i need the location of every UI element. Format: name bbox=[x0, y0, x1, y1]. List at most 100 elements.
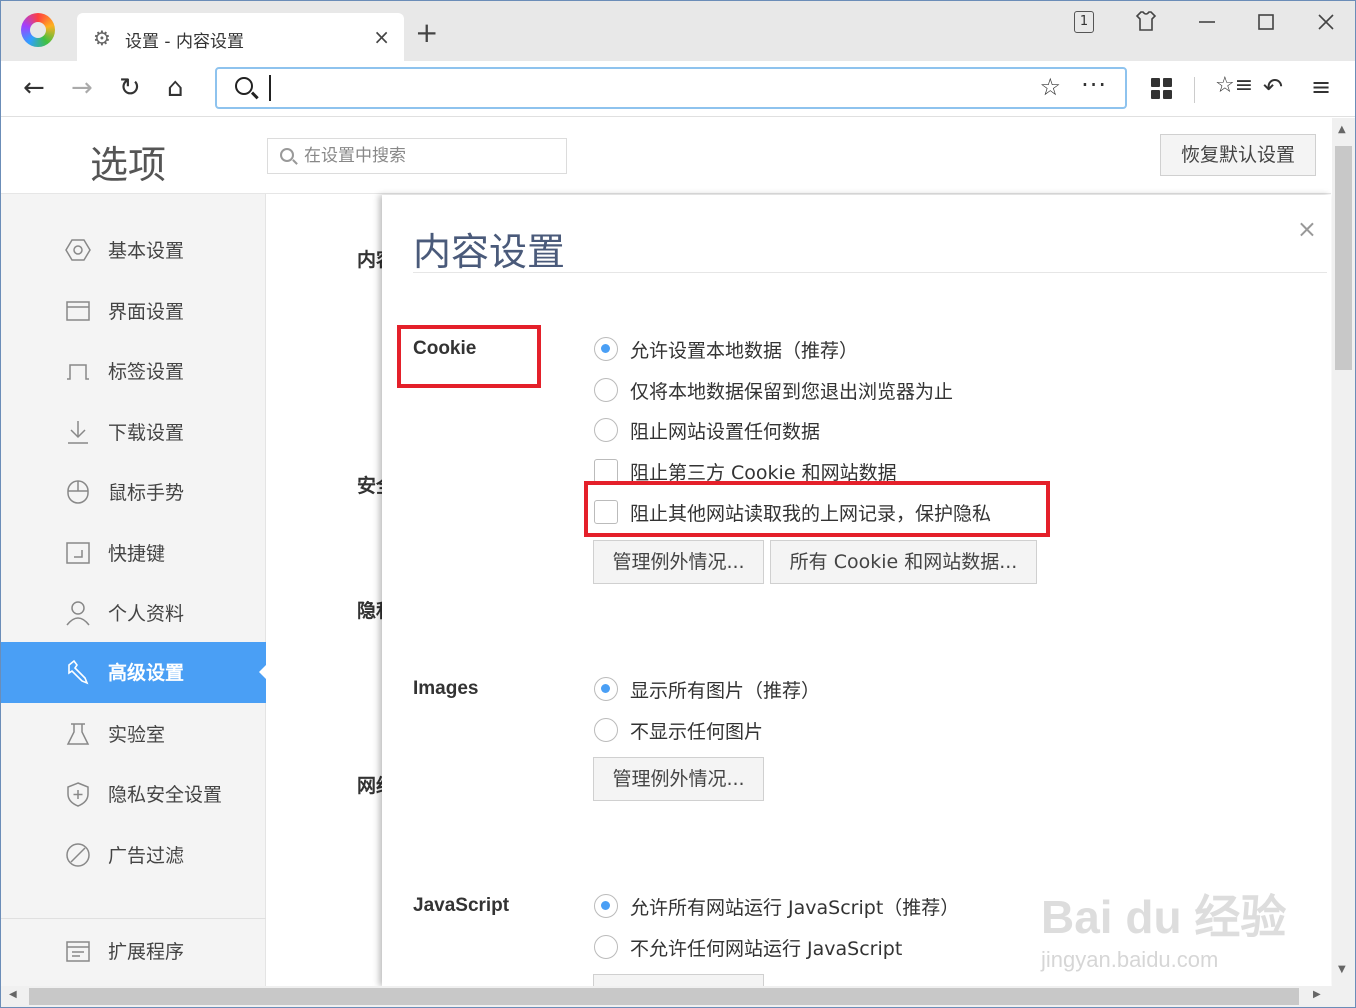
page-title: 选项 bbox=[90, 143, 167, 187]
browser-logo-icon[interactable] bbox=[21, 13, 55, 47]
search-icon bbox=[235, 77, 253, 95]
hexagon-icon bbox=[65, 239, 91, 261]
more-icon[interactable]: ··· bbox=[1081, 71, 1107, 99]
forward-button[interactable]: → bbox=[71, 73, 93, 103]
undo-icon[interactable]: ↶ bbox=[1263, 73, 1283, 101]
option-label: 仅将本地数据保留到您退出浏览器为止 bbox=[630, 381, 954, 403]
text-caret bbox=[269, 75, 271, 101]
close-window-button[interactable] bbox=[1317, 13, 1335, 36]
watermark-logo: Bai du 经验 bbox=[1041, 891, 1287, 943]
dialog-divider bbox=[413, 272, 1327, 273]
sidebar-item-basic[interactable]: 基本设置 bbox=[1, 220, 266, 280]
sidebar-item-mouse-gesture[interactable]: 鼠标手势 bbox=[1, 462, 266, 522]
sidebar-item-label: 标签设置 bbox=[108, 361, 185, 383]
sidebar-item-shortcuts[interactable]: 快捷键 bbox=[1, 523, 266, 583]
toolbar-separator bbox=[1194, 77, 1195, 103]
tab-title: 设置 - 内容设置 bbox=[125, 32, 244, 52]
checkbox[interactable] bbox=[594, 459, 618, 483]
bookmark-star-icon[interactable]: ☆ bbox=[1039, 73, 1061, 101]
shortcut-icon bbox=[66, 542, 90, 564]
address-bar[interactable]: ☆ ··· bbox=[215, 67, 1127, 109]
vertical-scrollbar[interactable]: ▲ ▼ bbox=[1332, 118, 1355, 986]
tab-close-icon[interactable]: × bbox=[373, 25, 390, 49]
content-settings-dialog: 内容设置 × Cookie 允许设置本地数据（推荐） 仅将本地数据保留到您退出浏… bbox=[382, 195, 1331, 986]
javascript-manage-exceptions-button[interactable] bbox=[593, 974, 764, 986]
skin-icon[interactable] bbox=[1134, 9, 1158, 38]
scroll-down-icon[interactable]: ▼ bbox=[1338, 964, 1346, 975]
sidebar-item-advanced[interactable]: 高级设置 bbox=[1, 642, 267, 703]
apps-grid-icon[interactable] bbox=[1151, 78, 1173, 100]
horizontal-scrollbar[interactable]: ◀ ▶ bbox=[1, 986, 1355, 1007]
scrollbar-thumb[interactable] bbox=[1335, 146, 1352, 370]
tab-settings[interactable]: ⚙ 设置 - 内容设置 × bbox=[77, 13, 404, 61]
sidebar-item-label: 快捷键 bbox=[108, 543, 166, 565]
dialog-close-icon[interactable]: × bbox=[1297, 215, 1317, 243]
gear-icon: ⚙ bbox=[93, 26, 111, 50]
sidebar-item-profile[interactable]: 个人资料 bbox=[1, 583, 266, 643]
sidebar-item-interface[interactable]: 界面设置 bbox=[1, 281, 266, 341]
scroll-right-icon[interactable]: ▶ bbox=[1313, 989, 1321, 1000]
sidebar-item-label: 实验室 bbox=[108, 724, 166, 746]
sidebar-item-label: 个人资料 bbox=[108, 603, 185, 625]
option-label: 阻止网站设置任何数据 bbox=[630, 421, 821, 443]
back-button[interactable]: ← bbox=[23, 73, 45, 103]
search-icon bbox=[280, 148, 294, 162]
sidebar-item-tabs[interactable]: 标签设置 bbox=[1, 341, 266, 401]
sidebar-item-privacy[interactable]: 隐私安全设置 bbox=[1, 764, 266, 824]
window-icon bbox=[66, 301, 90, 321]
radio-button[interactable] bbox=[594, 677, 618, 701]
scrollbar-thumb[interactable] bbox=[29, 988, 1299, 1005]
scroll-up-icon[interactable]: ▲ bbox=[1338, 124, 1346, 135]
radio-button[interactable] bbox=[594, 894, 618, 918]
images-label: Images bbox=[413, 678, 479, 699]
favorites-icon[interactable]: ☆≡ bbox=[1215, 73, 1253, 98]
radio-button[interactable] bbox=[594, 718, 618, 742]
minimize-button[interactable] bbox=[1197, 9, 1217, 38]
home-button[interactable]: ⌂ bbox=[167, 73, 184, 103]
tab-count-badge[interactable]: 1 bbox=[1074, 11, 1094, 33]
new-tab-button[interactable]: + bbox=[415, 19, 438, 47]
sidebar-item-adblock[interactable]: 广告过滤 bbox=[1, 825, 266, 885]
sidebar-item-download[interactable]: 下载设置 bbox=[1, 402, 266, 462]
maximize-button[interactable] bbox=[1257, 13, 1275, 36]
block-icon bbox=[66, 843, 90, 867]
radio-button[interactable] bbox=[594, 418, 618, 442]
sidebar-item-lab[interactable]: 实验室 bbox=[1, 704, 266, 764]
radio-button[interactable] bbox=[594, 935, 618, 959]
menu-icon[interactable]: ≡ bbox=[1311, 73, 1331, 101]
sidebar: 基本设置 界面设置 标签设置 下载设置 鼠标手势 快捷键 个人资料 高级设置 实… bbox=[1, 194, 267, 986]
option-label: 显示所有图片（推荐） bbox=[630, 680, 821, 702]
browser-window: ⚙ 设置 - 内容设置 × + 1 ← → ↻ ⌂ ☆ ··· ☆≡ ↶ ≡ 选… bbox=[0, 0, 1356, 1008]
sidebar-item-extensions[interactable]: 扩展程序 bbox=[1, 921, 266, 981]
highlight-box bbox=[584, 481, 1050, 537]
javascript-label: JavaScript bbox=[413, 895, 510, 916]
toolbar: ← → ↻ ⌂ ☆ ··· ☆≡ ↶ ≡ bbox=[1, 61, 1355, 117]
wrench-icon bbox=[68, 659, 89, 685]
settings-search[interactable] bbox=[267, 138, 567, 174]
restore-defaults-button[interactable]: 恢复默认设置 bbox=[1160, 134, 1316, 176]
option-label: 不显示任何图片 bbox=[630, 721, 764, 743]
reload-button[interactable]: ↻ bbox=[119, 73, 141, 103]
manage-exceptions-button[interactable]: 管理例外情况... bbox=[593, 540, 764, 584]
option-label: 不允许任何网站运行 JavaScript bbox=[630, 938, 903, 960]
sidebar-item-label: 广告过滤 bbox=[108, 845, 185, 867]
mouse-icon bbox=[67, 480, 89, 504]
scroll-left-icon[interactable]: ◀ bbox=[9, 989, 17, 1000]
radio-button[interactable] bbox=[594, 378, 618, 402]
sidebar-item-label: 扩展程序 bbox=[108, 941, 185, 963]
section-label: 内容 bbox=[357, 249, 383, 271]
settings-header: 选项 恢复默认设置 bbox=[1, 118, 1331, 194]
dialog-title: 内容设置 bbox=[413, 230, 566, 274]
settings-search-input[interactable] bbox=[304, 143, 554, 169]
sidebar-item-label: 基本设置 bbox=[108, 240, 185, 262]
images-manage-exceptions-button[interactable]: 管理例外情况... bbox=[593, 757, 764, 801]
sidebar-item-label: 高级设置 bbox=[108, 662, 185, 684]
all-cookies-button[interactable]: 所有 Cookie 和网站数据... bbox=[770, 540, 1037, 584]
radio-button[interactable] bbox=[594, 337, 618, 361]
watermark-url: jingyan.baidu.com bbox=[1041, 947, 1219, 972]
background-settings-page: 内容 安全 隐私 网络 bbox=[267, 195, 383, 986]
sidebar-item-label: 界面设置 bbox=[108, 301, 185, 323]
section-label: 网络 bbox=[357, 775, 383, 797]
download-icon bbox=[68, 421, 88, 444]
person-icon bbox=[66, 601, 90, 626]
